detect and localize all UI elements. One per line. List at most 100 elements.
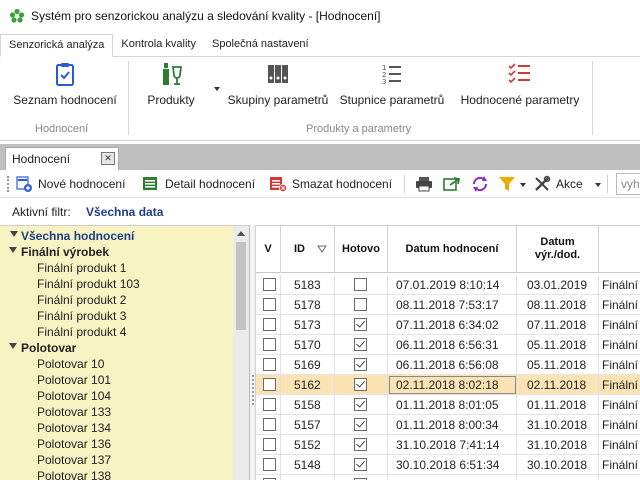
hotovo-checkbox[interactable]: [354, 278, 367, 291]
hotovo-cell[interactable]: [335, 275, 388, 295]
refresh-button[interactable]: [471, 174, 494, 194]
table-row[interactable]: 5162 02.11.2018 8:02:18 02.11.2018 Finální …: [256, 375, 640, 395]
v-checkbox-cell[interactable]: [256, 275, 281, 295]
tree-item[interactable]: Polotovar 134: [37, 420, 111, 436]
akce-button[interactable]: Akce: [533, 174, 583, 194]
v-checkbox[interactable]: [263, 318, 276, 331]
toolbar-grip[interactable]: [7, 176, 9, 192]
hotovo-cell[interactable]: [335, 295, 388, 315]
tree-item[interactable]: Finální produkt 2: [37, 292, 126, 308]
v-checkbox[interactable]: [263, 278, 276, 291]
v-checkbox-cell[interactable]: [256, 355, 281, 375]
v-checkbox-cell[interactable]: [256, 455, 281, 475]
v-checkbox-cell[interactable]: [256, 375, 281, 395]
hotovo-cell[interactable]: [335, 455, 388, 475]
v-checkbox-cell[interactable]: [256, 415, 281, 435]
hotovo-checkbox[interactable]: [354, 318, 367, 331]
table-row[interactable]: 5183 07.01.2019 8:10:14 03.01.2019 Finální …: [256, 275, 640, 295]
hotovo-checkbox[interactable]: [354, 438, 367, 451]
search-input[interactable]: vyh: [616, 173, 640, 195]
close-icon[interactable]: ✕: [101, 152, 115, 165]
tree-item[interactable]: Polotovar 101: [37, 372, 111, 388]
tree-item[interactable]: Polotovar 136: [37, 436, 111, 452]
v-checkbox-cell[interactable]: [256, 295, 281, 315]
v-checkbox[interactable]: [263, 418, 276, 431]
v-checkbox-cell[interactable]: [256, 475, 281, 480]
tab-kontrola-kvality[interactable]: Kontrola kvality: [113, 34, 204, 56]
hodnocene-parametry-button[interactable]: Hodnocené parametry: [458, 61, 582, 107]
hotovo-cell[interactable]: [335, 475, 388, 480]
tree-group-polotovar[interactable]: Polotovar: [21, 340, 76, 356]
tree-item[interactable]: Polotovar 104: [37, 388, 111, 404]
table-row[interactable]: 5148 30.10.2018 6:51:34 30.10.2018 Finální …: [256, 455, 640, 475]
hotovo-cell[interactable]: [335, 335, 388, 355]
table-row[interactable]: 5146 30.10.2018 6:50:1830.10.2018Finální …: [256, 475, 640, 480]
tree-item[interactable]: Polotovar 10: [37, 356, 104, 372]
expand-toggle-icon[interactable]: [10, 231, 18, 238]
tree-scrollbar[interactable]: [233, 226, 249, 480]
table-row[interactable]: 5169 06.11.2018 6:56:08 05.11.2018 Finální …: [256, 355, 640, 375]
document-tab-hodnoceni[interactable]: Hodnocení ✕: [5, 147, 119, 170]
hotovo-checkbox[interactable]: [354, 378, 367, 391]
stupnice-parametru-button[interactable]: 1 2 3 Stupnice parametrů: [338, 61, 446, 107]
v-checkbox[interactable]: [263, 298, 276, 311]
print-button[interactable]: [415, 174, 438, 194]
v-checkbox[interactable]: [263, 358, 276, 371]
hotovo-cell[interactable]: [335, 435, 388, 455]
v-checkbox-cell[interactable]: [256, 315, 281, 335]
table-row[interactable]: 5173 07.11.2018 6:34:02 07.11.2018 Finální …: [256, 315, 640, 335]
filter-dropdown-arrow-icon[interactable]: [520, 183, 526, 187]
expand-toggle-icon[interactable]: [9, 247, 17, 254]
column-header-produkt[interactable]: [599, 226, 640, 273]
filter-button[interactable]: [498, 174, 521, 194]
new-hodnoceni-button[interactable]: Nové hodnocení: [15, 174, 125, 194]
v-checkbox-cell[interactable]: [256, 435, 281, 455]
hotovo-checkbox[interactable]: [354, 298, 367, 311]
v-checkbox[interactable]: [263, 438, 276, 451]
tree-item[interactable]: Finální produkt 3: [37, 308, 126, 324]
v-checkbox[interactable]: [263, 338, 276, 351]
hotovo-cell[interactable]: [335, 375, 388, 395]
hotovo-cell[interactable]: [335, 395, 388, 415]
tree-item[interactable]: Finální produkt 4: [37, 324, 126, 340]
column-header-hotovo[interactable]: Hotovo: [335, 226, 388, 273]
tree-item[interactable]: Polotovar 138: [37, 468, 111, 480]
seznam-hodnoceni-button[interactable]: Seznam hodnocení: [13, 61, 117, 107]
column-header-id[interactable]: ID: [281, 226, 335, 273]
table-row[interactable]: 5178 08.11.2018 7:53:17 08.11.2018 Finální …: [256, 295, 640, 315]
hotovo-checkbox[interactable]: [354, 358, 367, 371]
v-checkbox[interactable]: [263, 398, 276, 411]
scroll-up-arrow-icon[interactable]: [237, 231, 245, 236]
export-button[interactable]: [443, 174, 466, 194]
hotovo-checkbox[interactable]: [354, 458, 367, 471]
delete-hodnoceni-button[interactable]: Smazat hodnocení: [269, 174, 392, 194]
hotovo-cell[interactable]: [335, 315, 388, 335]
akce-dropdown-arrow-icon[interactable]: [595, 183, 601, 187]
v-checkbox[interactable]: [263, 378, 276, 391]
column-header-datum-hodnoceni[interactable]: Datum hodnocení: [388, 226, 517, 273]
scrollbar-thumb[interactable]: [236, 242, 246, 330]
v-checkbox-cell[interactable]: [256, 335, 281, 355]
tab-senzoricka-analyza[interactable]: Senzorická analýza: [0, 34, 114, 57]
tree-item[interactable]: Polotovar 137: [37, 452, 111, 468]
tree-root-vsechna-hodnoceni[interactable]: Všechna hodnocení: [21, 228, 134, 244]
hotovo-cell[interactable]: [335, 415, 388, 435]
v-checkbox-cell[interactable]: [256, 395, 281, 415]
hotovo-cell[interactable]: [335, 355, 388, 375]
table-row[interactable]: 5157 01.11.2018 8:00:34 31.10.2018 Finální …: [256, 415, 640, 435]
v-checkbox[interactable]: [263, 458, 276, 471]
hotovo-checkbox[interactable]: [354, 338, 367, 351]
detail-hodnoceni-button[interactable]: Detail hodnocení: [142, 174, 255, 194]
tree-item[interactable]: Finální produkt 103: [37, 276, 140, 292]
hotovo-checkbox[interactable]: [354, 418, 367, 431]
expand-toggle-icon[interactable]: [9, 343, 17, 350]
produkty-dropdown-arrow-icon[interactable]: [214, 87, 220, 91]
table-row[interactable]: 5158 01.11.2018 8:01:05 01.11.2018 Finální …: [256, 395, 640, 415]
skupiny-parametru-button[interactable]: Skupiny parametrů: [226, 61, 330, 107]
tree-item[interactable]: Polotovar 133: [37, 404, 111, 420]
tab-spolecna-nastaveni[interactable]: Společná nastavení: [204, 34, 317, 56]
hotovo-checkbox[interactable]: [354, 398, 367, 411]
tree-item[interactable]: Finální produkt 1: [37, 260, 126, 276]
tree-group-finalni-vyrobek[interactable]: Finální výrobek: [21, 244, 109, 260]
column-header-datum-vyr[interactable]: Datum výr./dod.: [517, 226, 599, 273]
